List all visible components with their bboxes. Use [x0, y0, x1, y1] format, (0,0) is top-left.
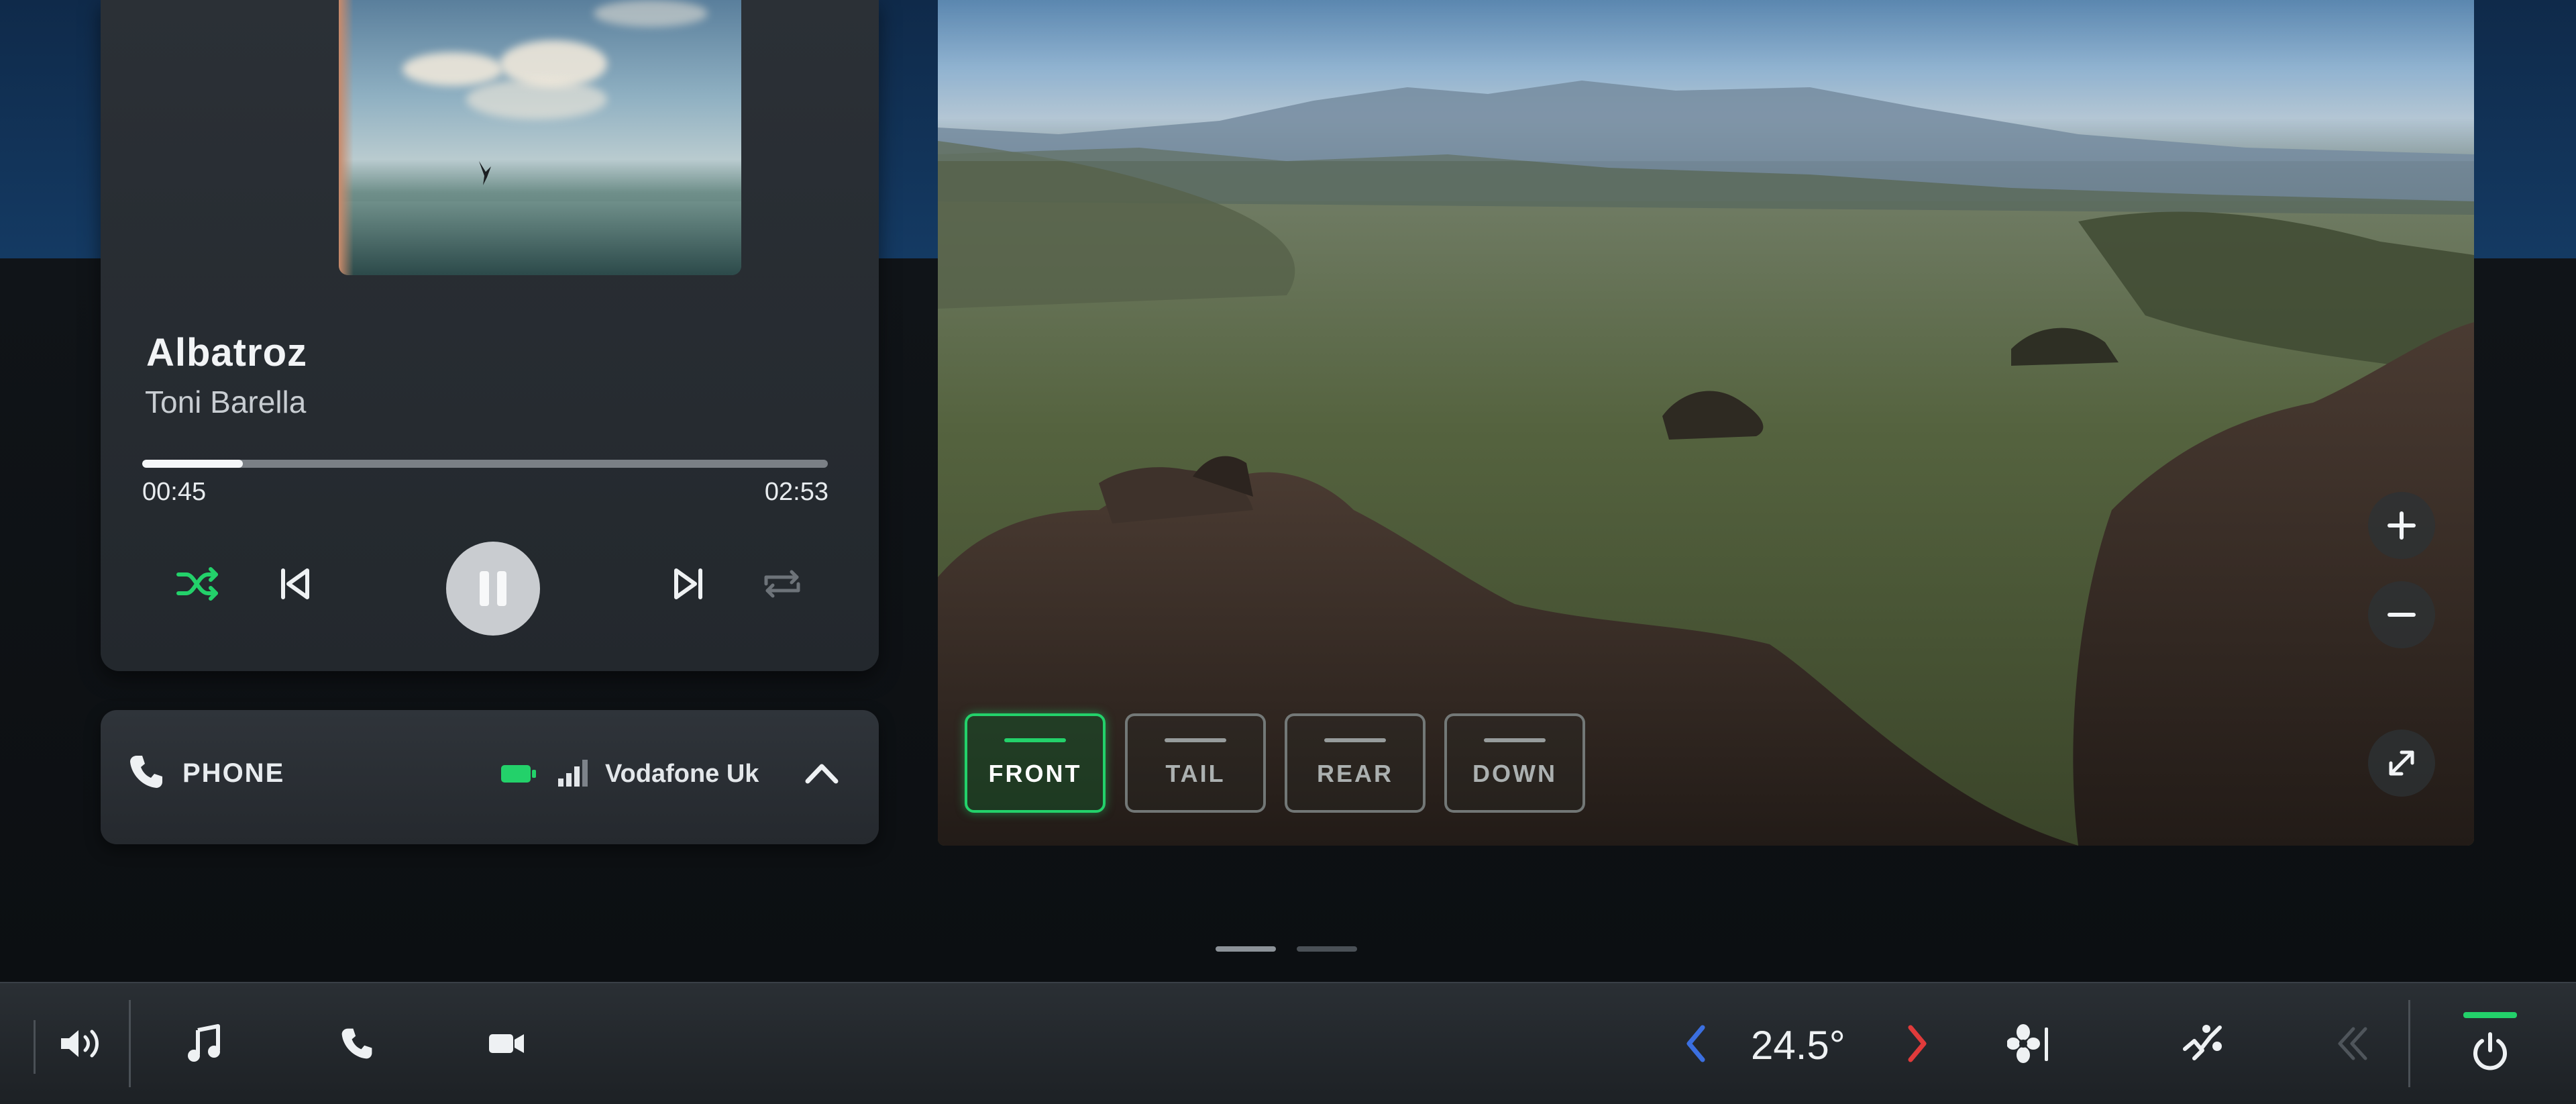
pause-icon	[480, 571, 506, 606]
bird-icon	[479, 161, 491, 185]
seat-heat-button[interactable]	[2167, 1010, 2241, 1077]
zoom-in-icon	[2387, 511, 2416, 540]
album-art[interactable]	[339, 0, 741, 275]
power-status-indicator	[2463, 1011, 2517, 1018]
album-art-edge	[339, 0, 354, 275]
page-indicator-2[interactable]	[1297, 946, 1357, 952]
view-down-label: DOWN	[1472, 760, 1557, 787]
zoom-in-button[interactable]	[2368, 492, 2435, 559]
music-nav-button[interactable]	[171, 1010, 238, 1077]
media-player-card: Albatroz Toni Barella 00:45 02:53	[101, 0, 879, 671]
progress-bar[interactable]	[142, 460, 828, 468]
phone-label: PHONE	[182, 758, 285, 788]
song-artist: Toni Barella	[145, 385, 307, 419]
view-indicator	[1484, 738, 1546, 742]
bar-divider	[34, 1020, 36, 1074]
volume-button[interactable]	[47, 1010, 114, 1077]
phone-card[interactable]: PHONE Vodafone Uk	[101, 710, 879, 844]
previous-track-button[interactable]	[262, 550, 329, 617]
song-title: Albatroz	[146, 331, 307, 374]
battery-icon	[501, 765, 536, 783]
shuffle-button[interactable]	[165, 550, 232, 617]
temp-increase-icon	[1908, 1025, 1927, 1062]
album-art-cloud	[594, 0, 708, 27]
phone-icon	[341, 1028, 372, 1059]
album-art-sea	[339, 201, 741, 275]
zoom-out-button[interactable]	[2368, 581, 2435, 648]
view-front-label: FRONT	[988, 760, 1082, 787]
drone-camera-view[interactable]: FRONT TAIL REAR DOWN	[938, 0, 2474, 846]
bar-divider	[2408, 1000, 2410, 1087]
view-rear-label: REAR	[1316, 760, 1393, 787]
pause-button[interactable]	[446, 542, 540, 636]
previous-track-icon	[281, 568, 309, 599]
volume-icon	[61, 1030, 99, 1058]
view-tail-label: TAIL	[1165, 760, 1226, 787]
fan-button[interactable]	[1992, 1010, 2066, 1077]
power-button[interactable]	[2457, 1002, 2524, 1083]
temp-decrease-button[interactable]	[1662, 1010, 1729, 1077]
temperature-value: 24.5°	[1751, 1023, 1845, 1068]
view-down-button[interactable]: DOWN	[1444, 713, 1585, 813]
music-icon	[188, 1024, 220, 1062]
power-icon	[2473, 1032, 2507, 1070]
carrier-name: Vodafone Uk	[605, 760, 759, 788]
bar-divider	[129, 1000, 131, 1087]
progress-fill	[142, 460, 244, 468]
chevron-up-icon[interactable]	[798, 750, 845, 797]
back-button[interactable]	[2321, 1010, 2388, 1077]
next-track-icon	[674, 568, 702, 599]
repeat-icon	[764, 570, 800, 598]
signal-icon	[558, 760, 588, 787]
phone-icon	[130, 756, 162, 788]
view-front-button[interactable]: FRONT	[965, 713, 1106, 813]
bottom-navigation-bar: 24.5°	[0, 982, 2576, 1104]
album-art-cloud	[466, 79, 607, 119]
temp-increase-button[interactable]	[1884, 1010, 1951, 1077]
camera-icon	[489, 1034, 524, 1053]
zoom-out-icon	[2387, 613, 2416, 617]
view-rear-button[interactable]: REAR	[1285, 713, 1426, 813]
temp-decrease-icon	[1686, 1025, 1705, 1062]
page-indicator-1[interactable]	[1216, 946, 1276, 952]
view-indicator	[1004, 738, 1066, 742]
expand-icon	[2389, 750, 2414, 776]
camera-nav-button[interactable]	[473, 1010, 540, 1077]
phone-nav-button[interactable]	[323, 1010, 390, 1077]
view-indicator	[1165, 738, 1226, 742]
back-icon	[2338, 1027, 2367, 1060]
view-tail-button[interactable]: TAIL	[1125, 713, 1266, 813]
repeat-button[interactable]	[749, 550, 816, 617]
album-art-cloud	[402, 52, 503, 86]
fan-icon	[2007, 1024, 2048, 1063]
view-indicator	[1324, 738, 1386, 742]
time-total: 02:53	[764, 478, 828, 506]
next-track-button[interactable]	[655, 550, 722, 617]
expand-button[interactable]	[2368, 730, 2435, 797]
seat-heat-icon	[2183, 1025, 2222, 1060]
time-elapsed: 00:45	[142, 478, 207, 506]
shuffle-icon	[176, 567, 218, 601]
